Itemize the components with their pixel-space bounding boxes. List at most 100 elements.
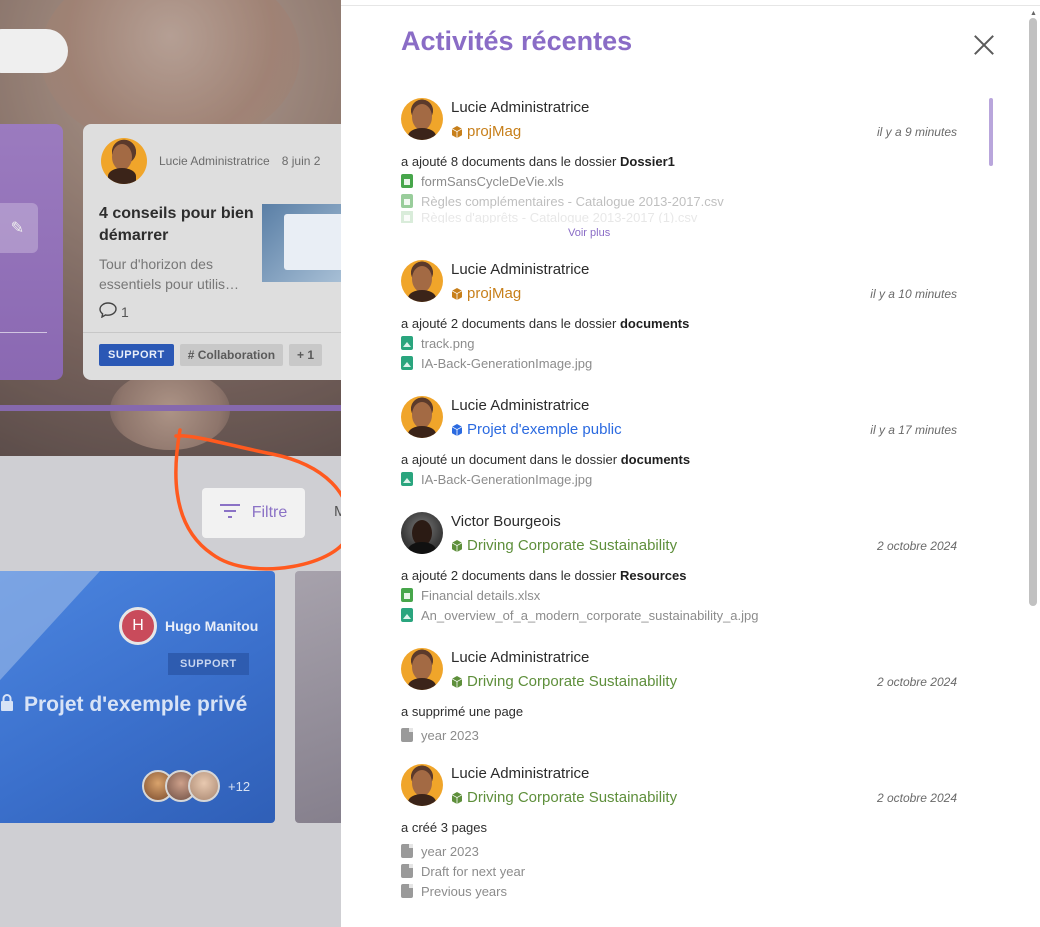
activity-user[interactable]: Lucie Administratrice (451, 99, 589, 116)
activity-description: a ajouté un document dans le dossier doc… (401, 452, 961, 467)
file-item[interactable]: Règles complémentaires - Catalogue 2013-… (401, 191, 961, 211)
activity-time: 2 octobre 2024 (876, 791, 957, 805)
search-input[interactable] (0, 29, 68, 73)
close-icon[interactable] (969, 30, 999, 60)
activity-project[interactable]: Driving Corporate Sustainability (451, 537, 677, 554)
window-scrollbar[interactable] (1029, 18, 1037, 606)
tag-support[interactable]: SUPPORT (99, 344, 174, 366)
activity-time: 2 octobre 2024 (876, 675, 957, 689)
avatar[interactable] (401, 512, 443, 554)
activity-folder[interactable]: documents (620, 316, 689, 331)
cube-icon (451, 287, 463, 300)
post-title[interactable]: 4 conseils pour bien démarrer (99, 203, 259, 247)
pencil-icon: ✎ (10, 220, 24, 237)
avatar[interactable] (401, 396, 443, 438)
drawer-title: Activités récentes (401, 26, 633, 56)
activity-user[interactable]: Victor Bourgeois (451, 513, 561, 530)
activity-project[interactable]: projMag (451, 285, 521, 302)
file-item[interactable]: year 2023 (401, 841, 961, 861)
file-item[interactable]: An_overview_of_a_modern_corporate_sustai… (401, 605, 961, 625)
image-file-icon (401, 336, 413, 350)
post-comments[interactable]: 1 (99, 302, 129, 321)
edit-button[interactable]: ✎ (0, 203, 38, 253)
activity-user[interactable]: Lucie Administratrice (451, 397, 589, 414)
post-date: 8 juin 2 (281, 154, 321, 168)
post-card[interactable]: Lucie Administratrice 8 juin 2 4 conseil… (83, 124, 341, 380)
file-item[interactable]: Draft for next year (401, 861, 961, 881)
avatar[interactable] (401, 260, 443, 302)
progress-line (0, 405, 341, 411)
activity-project[interactable]: Driving Corporate Sustainability (451, 673, 677, 690)
file-name: IA-Back-GenerationImage.jpg (421, 355, 593, 371)
file-name: Draft for next year (421, 863, 526, 879)
file-name: Previous years (421, 883, 507, 899)
avatar: H (119, 607, 157, 645)
recent-activity-drawer: Activités récentes ▲ Lucie Administratri… (341, 6, 1040, 927)
background-page: ✎ Lucie Administratrice 8 juin 2 4 conse… (0, 0, 341, 927)
avatar[interactable] (401, 764, 443, 806)
avatar[interactable] (401, 648, 443, 690)
page-icon (401, 864, 413, 878)
page-icon (401, 728, 413, 742)
post-author: Lucie Administratrice (159, 154, 270, 168)
file-item[interactable]: Règles d'apprêts - Catalogue 2013-2017 (… (401, 211, 961, 223)
file-name: Règles d'apprêts - Catalogue 2013-2017 (… (421, 211, 698, 223)
activity-description: a créé 3 pages (401, 820, 961, 835)
post-tags: SUPPORT # Collaboration + 1 (99, 344, 323, 366)
activity-time: il y a 9 minutes (876, 125, 957, 139)
activity-description: a supprimé une page (401, 704, 961, 719)
file-list: formSansCycleDeVie.xls Règles complément… (401, 171, 961, 223)
image-file-icon (401, 472, 413, 486)
file-name: formSansCycleDeVie.xls (421, 173, 564, 189)
file-item[interactable]: Previous years (401, 881, 961, 901)
tag-more[interactable]: + 1 (289, 344, 323, 366)
see-more-link[interactable]: Voir plus (568, 227, 961, 239)
activity-folder[interactable]: Dossier1 (620, 154, 675, 169)
activity-project[interactable]: Driving Corporate Sustainability (451, 789, 677, 806)
tag-collaboration[interactable]: # Collaboration (179, 344, 284, 366)
spreadsheet-file-icon (401, 194, 413, 208)
project-title[interactable]: Projet d'exemple privé (0, 693, 247, 717)
cube-icon (451, 539, 463, 552)
file-item[interactable]: formSansCycleDeVie.xls (401, 171, 961, 191)
activity-project[interactable]: projMag (451, 123, 521, 140)
card-decoration (0, 571, 100, 691)
file-item[interactable]: track.png (401, 333, 961, 353)
file-item[interactable]: IA-Back-GenerationImage.jpg (401, 353, 961, 373)
feed-scrollbar[interactable] (989, 98, 993, 166)
members-more-count: +12 (228, 778, 251, 794)
member-avatar (188, 770, 220, 802)
file-item[interactable]: Financial details.xlsx (401, 585, 961, 605)
cube-icon (451, 675, 463, 688)
project-card[interactable] (295, 571, 341, 823)
file-item[interactable]: IA-Back-GenerationImage.jpg (401, 469, 961, 489)
activity-action: a ajouté 8 documents dans le dossier (401, 154, 617, 169)
file-name: Financial details.xlsx (421, 587, 541, 603)
activity-item: Lucie Administratrice Driving Corporate … (401, 764, 961, 901)
activity-project-name: Projet d'exemple public (467, 421, 622, 438)
project-card[interactable]: H Hugo Manitou SUPPORT Projet d'exemple … (0, 571, 275, 823)
post-header: Lucie Administratrice 8 juin 2 (101, 138, 320, 184)
file-name: year 2023 (421, 843, 479, 859)
avatar[interactable] (401, 98, 443, 140)
tag-support[interactable]: SUPPORT (168, 653, 249, 675)
activity-action: a supprimé une page (401, 704, 524, 719)
activity-project-name: Driving Corporate Sustainability (467, 789, 678, 806)
file-name: IA-Back-GenerationImage.jpg (421, 471, 593, 487)
activity-user[interactable]: Lucie Administratrice (451, 649, 589, 666)
activity-item: Lucie Administratrice Projet d'exemple p… (401, 396, 961, 489)
activity-action: a ajouté 2 documents dans le dossier (401, 568, 617, 583)
project-title-text: Projet d'exemple privé (24, 693, 248, 716)
activity-project-name: Driving Corporate Sustainability (467, 537, 678, 554)
scroll-up-arrow-icon[interactable]: ▲ (1030, 10, 1037, 17)
activity-user[interactable]: Lucie Administratrice (451, 261, 589, 278)
project-members[interactable]: +12 (142, 770, 250, 802)
activity-folder[interactable]: documents (621, 452, 690, 467)
file-list: year 2023 Draft for next year Previous y… (401, 841, 961, 901)
activity-user[interactable]: Lucie Administratrice (451, 765, 589, 782)
spreadsheet-file-icon (401, 174, 413, 188)
file-item[interactable]: year 2023 (401, 725, 961, 745)
activity-project[interactable]: Projet d'exemple public (451, 421, 622, 438)
image-file-icon (401, 608, 413, 622)
activity-folder[interactable]: Resources (620, 568, 686, 583)
